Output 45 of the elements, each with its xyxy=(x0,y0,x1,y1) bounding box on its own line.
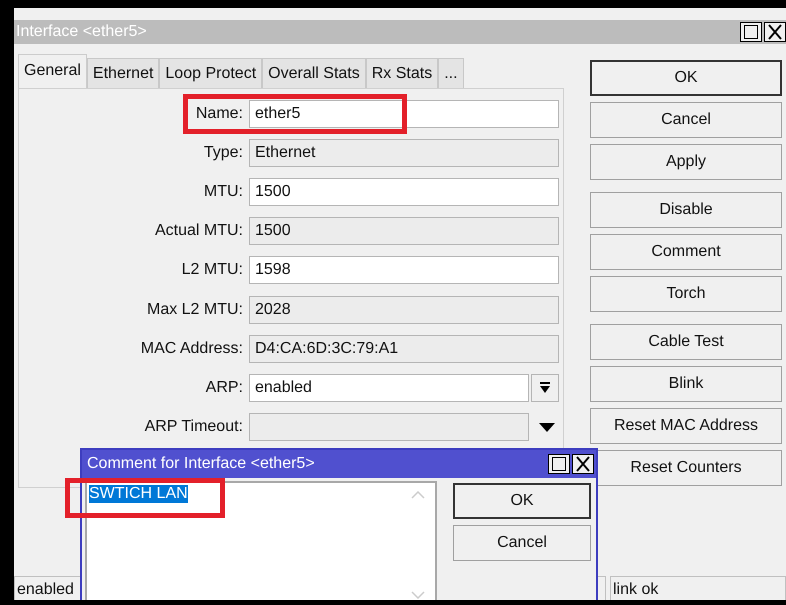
action-button[interactable]: Apply xyxy=(590,144,782,180)
action-button[interactable]: Cable Test xyxy=(590,324,782,360)
action-button[interactable]: Reset MAC Address xyxy=(590,408,782,444)
action-button[interactable]: Cancel xyxy=(590,102,782,138)
maximize-icon[interactable] xyxy=(740,22,762,42)
action-button[interactable]: Blink xyxy=(590,366,782,402)
field-label: MAC Address: xyxy=(140,340,244,358)
field-label: ARP Timeout: xyxy=(144,418,244,436)
status-text: link ok xyxy=(610,576,786,600)
tab[interactable]: Overall Stats xyxy=(262,58,366,88)
action-button[interactable]: OK xyxy=(590,60,782,96)
readonly-field: D4:CA:6D:3C:79:A1 xyxy=(249,334,559,363)
action-button[interactable]: Comment xyxy=(590,234,782,270)
readonly-field: Ethernet xyxy=(249,138,559,167)
input-field[interactable]: 1598 xyxy=(249,256,559,284)
tab[interactable]: Loop Protect xyxy=(159,58,262,88)
field-label: Type: xyxy=(202,144,244,162)
field-label: Actual MTU: xyxy=(154,222,244,240)
dialog-button[interactable]: OK xyxy=(453,483,591,519)
tab[interactable]: ... xyxy=(438,58,464,88)
dropdown-field[interactable]: enabled xyxy=(249,374,529,402)
selected-text: SWTICH LAN xyxy=(89,485,188,503)
expand-arrow-icon[interactable] xyxy=(539,422,555,432)
dialog-title: Comment for Interface <ether5> xyxy=(86,455,315,473)
field-label: Max L2 MTU: xyxy=(146,300,244,319)
window-title: Interface <ether5> xyxy=(15,23,147,41)
tab[interactable]: Rx Stats xyxy=(366,58,438,88)
action-button[interactable]: Disable xyxy=(590,192,782,228)
dropdown-button[interactable] xyxy=(531,374,559,402)
close-icon[interactable] xyxy=(764,22,786,42)
field-label: MTU: xyxy=(202,182,244,201)
field-label: L2 MTU: xyxy=(180,261,244,280)
readonly-field: 2028 xyxy=(249,296,559,324)
field-label: Name: xyxy=(194,104,244,123)
input-field[interactable]: ether5 xyxy=(249,100,559,128)
tab[interactable]: General xyxy=(18,54,87,88)
close-icon[interactable] xyxy=(572,454,594,474)
field-label: ARP: xyxy=(204,378,244,397)
tab[interactable]: Ethernet xyxy=(86,58,160,88)
dropdown-arrow-icon xyxy=(539,382,551,394)
input-field[interactable]: 1500 xyxy=(249,178,559,206)
readonly-field: 1500 xyxy=(249,217,559,246)
dialog-button[interactable]: Cancel xyxy=(453,525,591,561)
action-button[interactable]: Torch xyxy=(590,276,782,312)
maximize-icon[interactable] xyxy=(548,454,570,474)
